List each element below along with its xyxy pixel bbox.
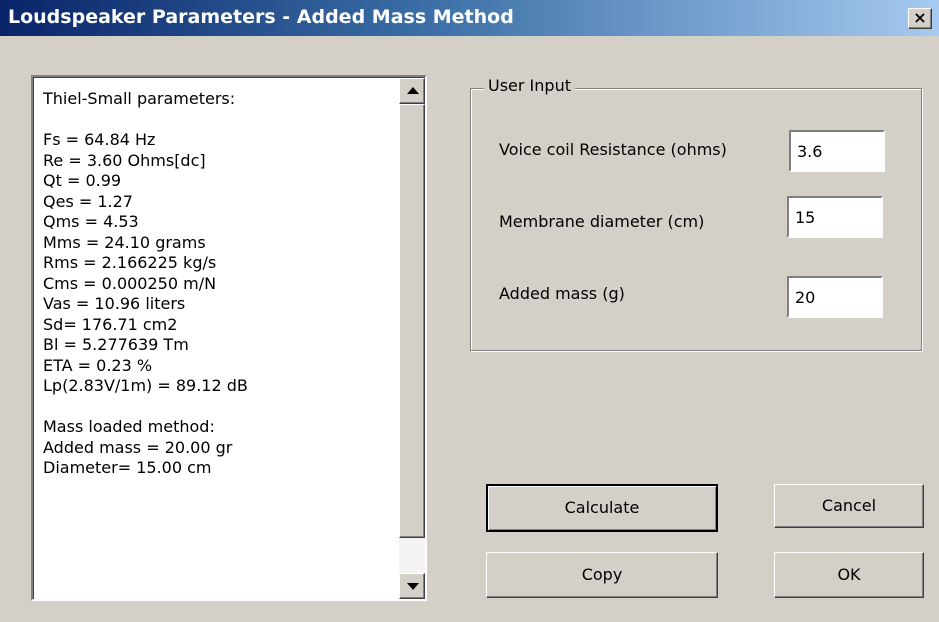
result-line: Qms = 4.53 [43, 212, 139, 231]
result-line [43, 110, 393, 131]
result-line: Vas = 10.96 liters [43, 294, 186, 313]
result-line: Mass loaded method: [43, 417, 215, 436]
ok-button-label: OK [837, 565, 861, 584]
voice-coil-resistance-field[interactable] [789, 130, 885, 172]
result-line: Rms = 2.166225 kg/s [43, 253, 217, 272]
cancel-button-label: Cancel [821, 496, 877, 515]
arrow-up-icon [407, 87, 419, 94]
membrane-diameter-field[interactable] [787, 196, 883, 238]
result-line: Cms = 0.000250 m/N [43, 273, 217, 293]
result-line: Diameter= 15.00 cm [43, 458, 212, 477]
result-line [43, 397, 393, 418]
results-lines: Thiel-Small parameters: Fs = 64.84 Hz Re… [43, 89, 393, 479]
result-line: Qes = 1.27 [43, 191, 133, 211]
membrane-diameter-label: Membrane diameter (cm) [499, 212, 705, 231]
scroll-down-button[interactable] [399, 573, 425, 599]
result-line: Added mass = 20.00 gr [43, 437, 233, 457]
user-input-group-label: User Input [484, 76, 575, 95]
arrow-down-icon [407, 583, 419, 590]
cancel-button[interactable]: Cancel [774, 484, 924, 528]
results-textarea-inner: Thiel-Small parameters: Fs = 64.84 Hz Re… [33, 77, 425, 599]
added-mass-field[interactable] [787, 276, 883, 318]
result-line: Mms = 24.10 grams [43, 232, 206, 252]
result-line: Qt = 0.99 [43, 171, 122, 190]
calculate-button[interactable]: Calculate [486, 484, 718, 532]
copy-button-label: Copy [581, 565, 623, 584]
result-line: Bl = 5.277639 Tm [43, 335, 189, 354]
vertical-scrollbar[interactable] [399, 78, 425, 599]
close-button[interactable]: × [908, 8, 932, 29]
results-textarea[interactable]: Thiel-Small parameters: Fs = 64.84 Hz Re… [31, 75, 427, 601]
scroll-up-button[interactable] [399, 78, 425, 104]
voice-coil-label: Voice coil Resistance (ohms) [499, 140, 727, 159]
scroll-thumb[interactable] [399, 104, 425, 538]
calculate-button-label: Calculate [564, 498, 640, 517]
result-line: Lp(2.83V/1m) = 89.12 dB [43, 376, 248, 395]
dialog-window: Loudspeaker Parameters - Added Mass Meth… [0, 0, 939, 622]
result-line: Re = 3.60 Ohms[dc] [43, 150, 206, 170]
copy-button[interactable]: Copy [486, 552, 718, 598]
added-mass-label: Added mass (g) [499, 284, 625, 303]
ok-button[interactable]: OK [774, 552, 924, 598]
result-line: Fs = 64.84 Hz [43, 130, 156, 149]
window-title: Loudspeaker Parameters - Added Mass Meth… [8, 6, 514, 28]
scroll-track[interactable] [399, 538, 425, 575]
result-line: Thiel-Small parameters: [43, 89, 236, 108]
close-icon: × [913, 8, 927, 27]
result-line: ETA = 0.23 % [43, 355, 153, 375]
result-line: Sd= 176.71 cm2 [43, 314, 178, 334]
title-bar[interactable]: Loudspeaker Parameters - Added Mass Meth… [0, 0, 939, 36]
